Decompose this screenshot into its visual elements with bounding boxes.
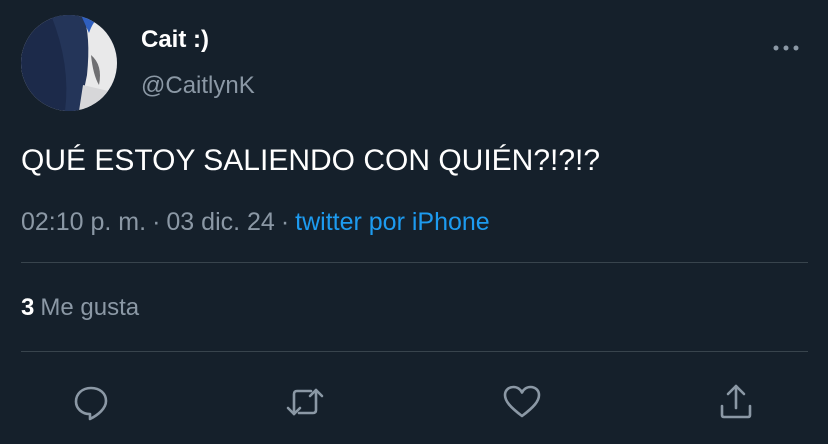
share-button[interactable]	[716, 382, 756, 422]
likes-count: 3	[21, 294, 35, 321]
meta-separator: ·	[152, 208, 161, 236]
tweet-meta: 02:10 p. m. · 03 dic. 24 · twitter por iPhon…	[21, 205, 490, 239]
reply-button[interactable]	[71, 382, 111, 422]
tweet-time[interactable]: 02:10 p. m.	[21, 208, 146, 236]
meta-separator: ·	[280, 208, 290, 236]
retweet-button[interactable]	[285, 382, 325, 422]
tweet-source-link[interactable]: twitter por iPhone	[295, 208, 490, 236]
profile-photo-icon	[21, 15, 117, 111]
reply-icon	[74, 386, 108, 421]
tweet-date[interactable]: 03 dic. 24	[166, 208, 274, 236]
likes-stat[interactable]: 3 Me gusta	[21, 292, 139, 324]
retweet-icon	[286, 388, 324, 416]
likes-label: Me gusta	[40, 294, 140, 321]
like-button[interactable]	[502, 382, 542, 422]
author-display-name[interactable]: Cait :)	[141, 24, 209, 56]
share-icon	[720, 384, 752, 419]
tweet-text: QUÉ ESTOY SALIENDO CON QUIÉN?!?!?	[21, 144, 601, 177]
divider	[21, 351, 808, 352]
more-options-icon[interactable]	[770, 38, 802, 58]
author-handle[interactable]: @CaitlynK	[141, 70, 255, 102]
avatar[interactable]	[21, 15, 117, 111]
heart-icon	[503, 385, 541, 418]
divider	[21, 262, 808, 263]
